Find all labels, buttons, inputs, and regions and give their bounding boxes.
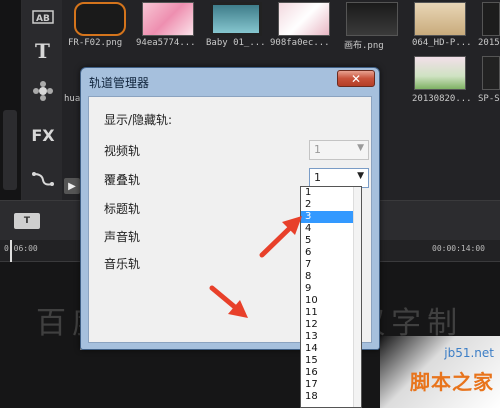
dropdown-option[interactable]: 5 [301, 235, 361, 247]
dropdown-option[interactable]: 14 [301, 343, 361, 355]
thumbnail[interactable] [346, 2, 398, 36]
text-icon[interactable]: T [28, 36, 58, 66]
thumb-label: 94ea5774... [136, 38, 196, 48]
thumbnail[interactable] [210, 2, 262, 36]
thumbnail[interactable] [278, 2, 330, 36]
fx-icon[interactable]: FX [28, 120, 58, 150]
effects-icon[interactable] [28, 76, 58, 106]
overlay-track-label: 覆叠轨 [104, 173, 141, 187]
video-track-value: 1 [314, 143, 321, 156]
ab-icon[interactable]: AB [28, 2, 58, 32]
dropdown-option[interactable]: 12 [301, 319, 361, 331]
dropdown-option[interactable]: 1 [301, 187, 361, 199]
title-track-icon[interactable]: T [14, 213, 40, 229]
thumbnail[interactable] [482, 2, 500, 36]
dropdown-option[interactable]: 10 [301, 295, 361, 307]
left-scroll[interactable] [3, 110, 17, 190]
toolstrip: AB T FX [22, 0, 62, 200]
dropdown-option[interactable]: 13 [301, 331, 361, 343]
thumb-label: 064_HD-P... [412, 38, 472, 48]
thumb-label: 20150221... [478, 38, 500, 48]
overlay-track-value: 1 [314, 171, 321, 184]
chevron-down-icon: ▼ [357, 143, 364, 153]
thumb-label: 20130820... [412, 94, 472, 104]
overlay-track-dropdown[interactable]: 1 2 3 4 5 6 7 8 9 10 11 12 13 14 15 16 17 18 [300, 186, 362, 408]
dropdown-option[interactable]: 16 [301, 367, 361, 379]
thumbnail[interactable] [414, 56, 466, 90]
dialog-title: 轨道管理器 [89, 76, 150, 90]
close-button[interactable]: ✕ [337, 70, 375, 87]
video-track-select: 1 ▼ [309, 140, 369, 160]
thumb-label: Baby 01_... [206, 38, 266, 48]
thumb-label: 画布.png [344, 41, 384, 51]
dropdown-option[interactable]: 17 [301, 379, 361, 391]
dropdown-option[interactable]: 4 [301, 223, 361, 235]
thumbnail[interactable] [74, 2, 126, 36]
site-name: 脚本之家 [410, 370, 494, 394]
svg-text:AB: AB [36, 14, 50, 24]
svg-text:T: T [35, 41, 50, 61]
dropdown-option[interactable]: 9 [301, 283, 361, 295]
thumbnail[interactable] [142, 2, 194, 36]
overlay-track-select[interactable]: 1 ▼ [309, 168, 369, 188]
thumbnail[interactable] [482, 56, 500, 90]
thumb-label: FR-F02.png [68, 38, 123, 48]
dropdown-option[interactable]: 8 [301, 271, 361, 283]
chevron-down-icon[interactable]: ▼ [357, 171, 364, 181]
dropdown-option[interactable]: 3 [301, 211, 361, 223]
path-icon[interactable] [28, 164, 58, 194]
section-label: 显示/隐藏轨: [104, 113, 173, 127]
dropdown-option[interactable]: 2 [301, 199, 361, 211]
thumb-label: SP-S [478, 94, 500, 104]
dropdown-scrollbar[interactable] [353, 187, 361, 407]
dropdown-option[interactable]: 7 [301, 259, 361, 271]
dropdown-option[interactable]: 6 [301, 247, 361, 259]
library-scroll-right-icon[interactable]: ▶ [64, 178, 80, 194]
ruler-mark-time: 00:00:14:00 [432, 244, 485, 253]
title-track-label: 标题轨 [104, 202, 141, 216]
video-track-label: 视频轨 [104, 144, 141, 158]
thumb-label: 908fa0ec... [270, 38, 330, 48]
thumbnail[interactable] [414, 2, 466, 36]
dropdown-option[interactable]: 11 [301, 307, 361, 319]
dropdown-option[interactable]: 18 [301, 391, 361, 403]
dropdown-option[interactable]: 15 [301, 355, 361, 367]
site-url: jb51.net [444, 346, 494, 360]
voice-track-label: 声音轨 [104, 230, 141, 244]
music-track-label: 音乐轨 [104, 257, 141, 271]
